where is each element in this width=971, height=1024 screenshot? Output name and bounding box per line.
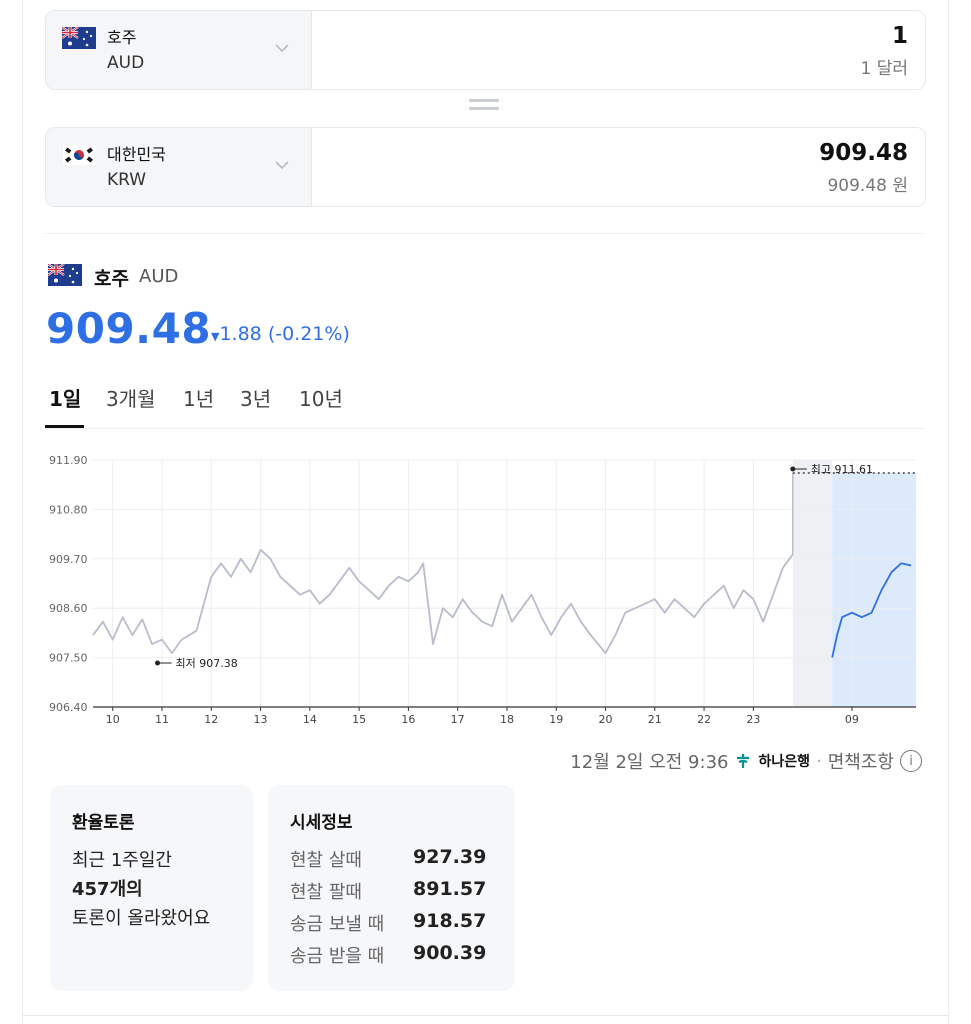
- update-info: 12월 2일 오전 9:36 하나은행 · 면책조항 i: [570, 748, 922, 774]
- cash-sell-label: 현찰 팔때: [290, 882, 362, 903]
- info-icon[interactable]: i: [900, 750, 922, 772]
- korea-flag-icon: [62, 144, 96, 166]
- high-label: 최고 911.61: [811, 463, 873, 476]
- y-tick-label: 910.80: [49, 503, 88, 516]
- rate-currency-name: 호주: [94, 268, 129, 290]
- x-tick-label: 19: [549, 713, 563, 726]
- to-currency-name: 대한민국: [107, 145, 166, 164]
- from-amount-value: 1: [891, 23, 908, 49]
- from-currency-code: AUD: [107, 53, 145, 73]
- y-tick-label: 906.40: [49, 701, 88, 714]
- y-tick-label: 907.50: [49, 652, 88, 665]
- x-tick-label: 18: [500, 713, 514, 726]
- period-tabs: 1일 3개월 1년 3년 10년: [45, 380, 924, 429]
- x-tick-label: 09: [845, 713, 859, 726]
- x-tick-label: 16: [401, 713, 415, 726]
- bottom-divider: [22, 1015, 948, 1016]
- update-time: 12월 2일 오전 9:36: [570, 752, 729, 773]
- today-area: [832, 473, 916, 707]
- tab-1y[interactable]: 1년: [183, 383, 214, 412]
- y-tick-label: 911.90: [49, 454, 88, 467]
- remit-receive-label: 송금 받을 때: [290, 946, 385, 967]
- x-tick-label: 10: [106, 713, 120, 726]
- tab-3y[interactable]: 3년: [240, 383, 271, 412]
- converter-from-row: 호주 AUD 1 1 달러: [45, 10, 926, 90]
- converter-to-row: 대한민국 KRW 909.48 909.48 원: [45, 127, 926, 207]
- x-tick-label: 13: [254, 713, 268, 726]
- hana-bank-logo-icon: [737, 754, 750, 768]
- from-amount-text: 1 달러: [860, 59, 909, 79]
- separator-dot: ·: [816, 750, 822, 772]
- night-band: [792, 460, 833, 707]
- tab-1d[interactable]: 1일: [49, 383, 81, 412]
- low-label: 최저 907.38: [176, 657, 238, 670]
- x-tick-label: 15: [352, 713, 366, 726]
- history-series-line: [92, 548, 794, 654]
- moon-icon: [809, 714, 816, 726]
- tab-10y[interactable]: 10년: [299, 383, 343, 412]
- to-amount-input[interactable]: 909.48 909.48 원: [312, 128, 925, 206]
- x-tick-label: 23: [746, 713, 760, 726]
- tab-3m[interactable]: 3개월: [106, 383, 156, 412]
- x-tick-label: 20: [599, 713, 613, 726]
- disclaimer-link[interactable]: 면책조항: [828, 748, 894, 774]
- remit-send-label: 송금 보낼 때: [290, 914, 385, 935]
- market-info-title: 시세정보: [290, 813, 353, 833]
- from-currency-select[interactable]: 호주 AUD: [46, 11, 312, 89]
- rate-change: ▼1.88 (-0.21%): [211, 323, 350, 345]
- x-tick-label: 21: [648, 713, 662, 726]
- australia-flag-icon: [62, 27, 96, 49]
- to-amount-value: 909.48: [819, 140, 908, 166]
- x-tick-label: 11: [155, 713, 169, 726]
- discussion-title: 환율토론: [72, 813, 135, 833]
- remit-receive-value: 900.39: [413, 942, 487, 964]
- current-rate: 909.48: [46, 304, 212, 353]
- chevron-down-icon: [275, 44, 289, 53]
- equals-icon: [469, 99, 499, 113]
- discussion-line-1: 최근 1주일간: [72, 850, 172, 871]
- y-tick-label: 908.60: [49, 602, 88, 615]
- bank-name: 하나은행: [758, 754, 811, 770]
- chevron-down-icon: [275, 161, 289, 170]
- section-divider: [45, 233, 924, 234]
- to-amount-text: 909.48 원: [827, 176, 908, 196]
- remit-send-value: 918.57: [413, 910, 487, 932]
- cash-sell-value: 891.57: [413, 878, 487, 900]
- from-amount-input[interactable]: 1 1 달러: [312, 11, 925, 89]
- x-tick-label: 17: [451, 713, 465, 726]
- australia-flag-icon: [48, 264, 82, 286]
- from-currency-name: 호주: [107, 28, 137, 47]
- to-currency-select[interactable]: 대한민국 KRW: [46, 128, 312, 206]
- cash-buy-value: 927.39: [413, 846, 487, 868]
- y-tick-label: 909.70: [49, 553, 88, 566]
- x-tick-label: 14: [303, 713, 317, 726]
- active-tab-indicator: [45, 425, 84, 428]
- rate-change-value: 1.88 (-0.21%): [219, 323, 350, 345]
- x-tick-label: 22: [697, 713, 711, 726]
- exchange-rate-chart[interactable]: 911.90 910.80 909.70 908.60 907.50 906.40 10 11…: [0, 440, 971, 740]
- x-tick-label: 12: [204, 713, 218, 726]
- discussion-card[interactable]: 환율토론 최근 1주일간 457개의 토론이 올라왔어요: [50, 785, 253, 991]
- rate-currency-code: AUD: [139, 266, 179, 287]
- discussion-count: 457개의: [72, 879, 143, 900]
- discussion-line-3: 토론이 올라왔어요: [72, 908, 211, 929]
- market-info-card: 시세정보 현찰 살때 927.39 현찰 팔때 891.57 송금 보낼 때 9…: [268, 785, 515, 991]
- cash-buy-label: 현찰 살때: [290, 850, 362, 871]
- to-currency-code: KRW: [107, 170, 147, 190]
